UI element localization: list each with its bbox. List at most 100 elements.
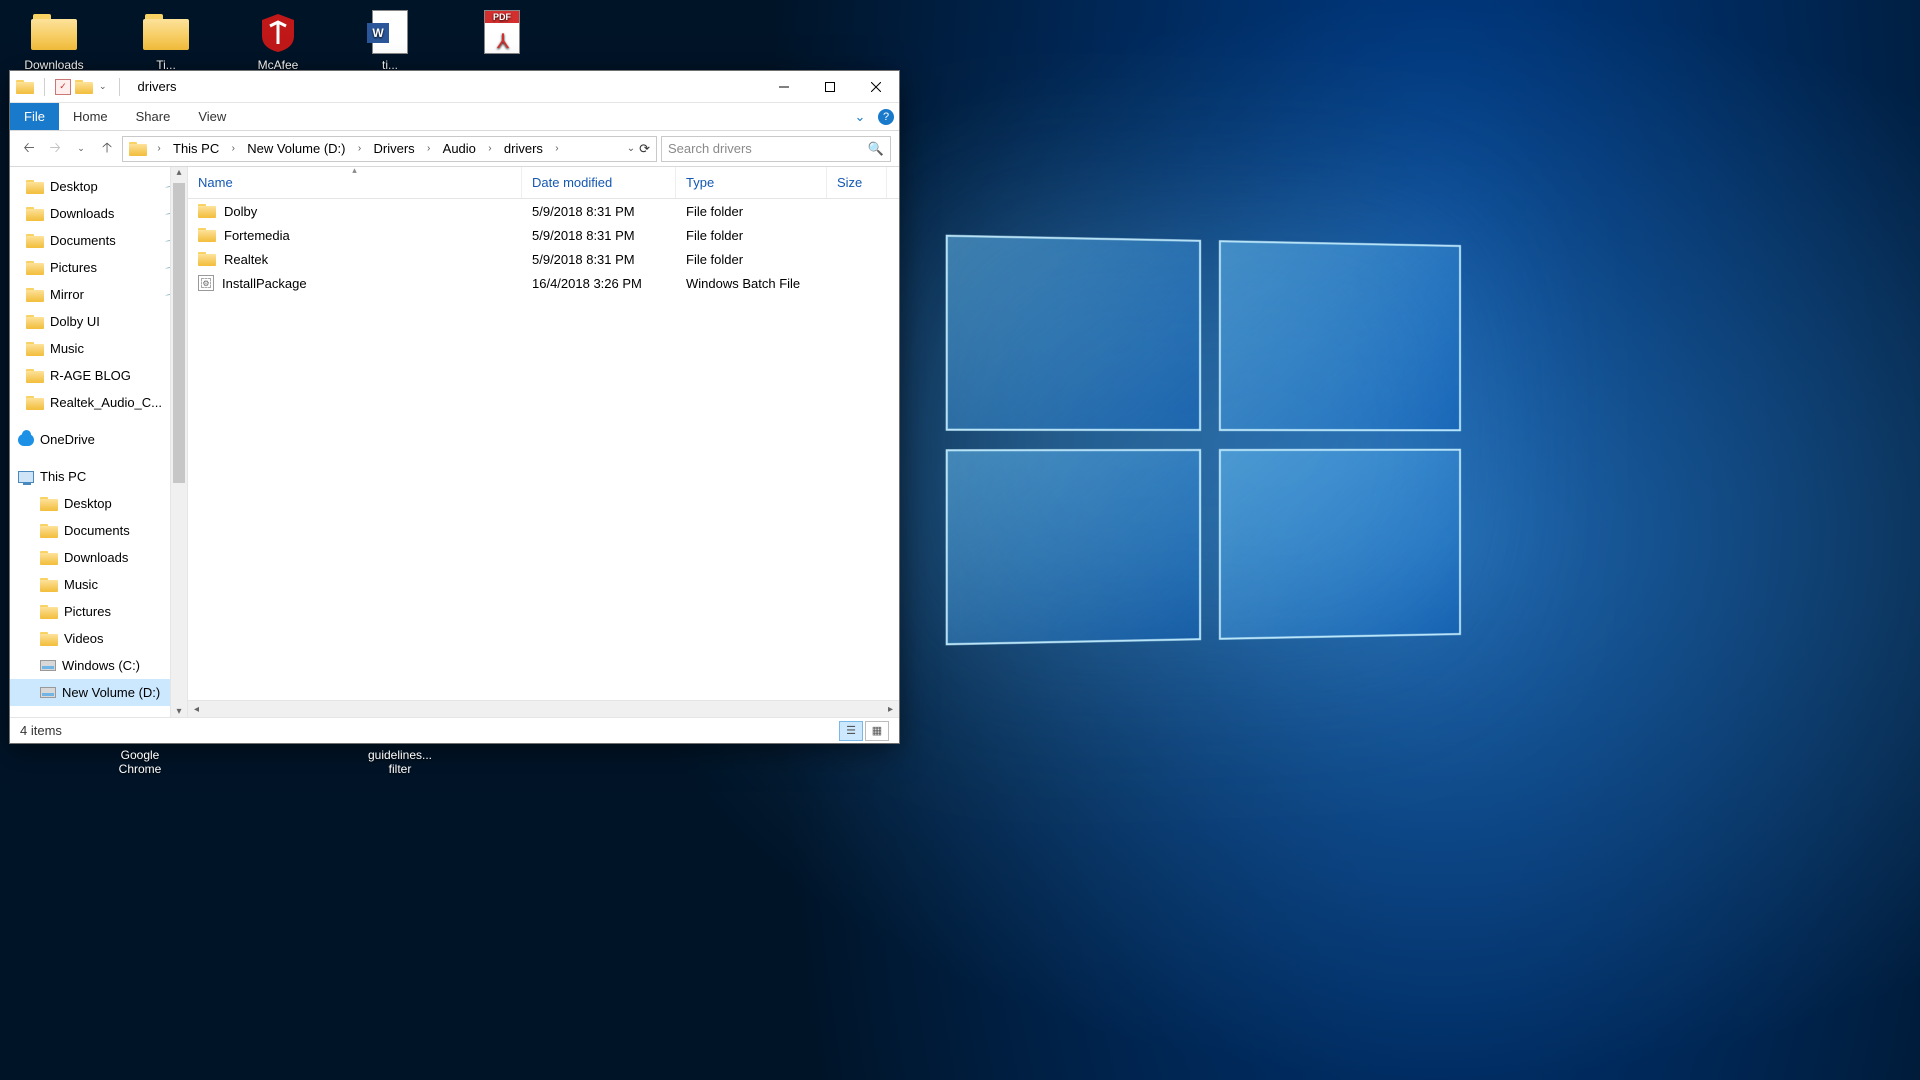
breadcrumb-segment[interactable]: Audio: [437, 137, 482, 161]
scroll-right-icon[interactable]: ▸: [882, 704, 899, 715]
tab-home[interactable]: Home: [59, 103, 122, 130]
desktop-icon[interactable]: Downloads: [18, 8, 90, 72]
maximize-button[interactable]: [807, 71, 853, 102]
nav-thispc-item[interactable]: Music: [10, 571, 187, 598]
search-box[interactable]: 🔍: [661, 136, 891, 162]
tab-file[interactable]: File: [10, 103, 59, 130]
file-row[interactable]: Fortemedia5/9/2018 8:31 PMFile folder: [188, 223, 899, 247]
close-button[interactable]: [853, 71, 899, 102]
nav-item-label: Realtek_Audio_C...: [50, 395, 162, 410]
folder-icon: [26, 342, 44, 356]
nav-item-label: Pictures: [64, 604, 111, 619]
file-row[interactable]: Dolby5/9/2018 8:31 PMFile folder: [188, 199, 899, 223]
qat-properties-icon[interactable]: ✓: [55, 79, 71, 95]
taskbar-label: [230, 748, 310, 776]
view-thumbnails-button[interactable]: ▦: [865, 721, 889, 741]
nav-thispc-item[interactable]: Desktop: [10, 490, 187, 517]
nav-this-pc[interactable]: This PC: [10, 463, 187, 490]
file-list-pane: ▴ Name Date modified Type Size Dolby5/9/…: [188, 167, 899, 717]
nav-quick-item[interactable]: Downloads📌: [10, 200, 187, 227]
nav-quick-item[interactable]: Documents📌: [10, 227, 187, 254]
forward-button[interactable]: 🡢: [44, 137, 66, 161]
navigation-pane[interactable]: Desktop📌Downloads📌Documents📌Pictures📌Mir…: [10, 167, 188, 717]
nav-thispc-item[interactable]: New Volume (D:): [10, 679, 187, 706]
help-button[interactable]: ?: [873, 103, 899, 130]
scrollbar-thumb[interactable]: [173, 183, 185, 483]
scroll-up-icon[interactable]: ▴: [176, 167, 181, 178]
chevron-right-icon[interactable]: ›: [549, 143, 565, 154]
scrollbar-track[interactable]: [205, 701, 882, 717]
breadcrumb-segment[interactable]: drivers: [498, 137, 549, 161]
tab-share[interactable]: Share: [122, 103, 185, 130]
minimize-button[interactable]: [761, 71, 807, 102]
nav-thispc-item[interactable]: Videos: [10, 625, 187, 652]
back-button[interactable]: 🡠: [18, 137, 40, 161]
nav-item-label: R-AGE BLOG: [50, 368, 131, 383]
qat-dropdown-icon[interactable]: ⌄: [97, 81, 109, 92]
nav-quick-item[interactable]: Realtek_Audio_C...: [10, 389, 187, 416]
breadcrumb-segment[interactable]: Drivers: [367, 137, 420, 161]
folder-icon: [26, 234, 44, 248]
nav-item-label: Desktop: [64, 496, 112, 511]
refresh-icon[interactable]: ⟳: [639, 141, 650, 157]
file-row[interactable]: ⚙InstallPackage16/4/2018 3:26 PMWindows …: [188, 271, 899, 295]
windows-logo-graphic: [946, 235, 1461, 646]
nav-onedrive[interactable]: OneDrive: [10, 426, 187, 453]
desktop-icon[interactable]: McAfee: [242, 8, 314, 72]
file-type: File folder: [676, 204, 827, 219]
horizontal-scrollbar[interactable]: ◂ ▸: [188, 700, 899, 717]
folder-icon: [40, 578, 58, 592]
nav-quick-item[interactable]: Dolby UI: [10, 308, 187, 335]
search-input[interactable]: [668, 141, 868, 156]
scroll-down-icon[interactable]: ▾: [176, 706, 181, 717]
folder-icon: [129, 142, 147, 156]
address-dropdown-icon[interactable]: ⌄: [627, 143, 635, 154]
view-details-button[interactable]: ☰: [839, 721, 863, 741]
column-size[interactable]: Size: [827, 167, 887, 198]
nav-thispc-item[interactable]: Documents: [10, 517, 187, 544]
nav-quick-item[interactable]: Pictures📌: [10, 254, 187, 281]
qat-new-folder-icon[interactable]: [75, 80, 93, 94]
folder-icon: [26, 396, 44, 410]
nav-item-label: Dolby UI: [50, 314, 100, 329]
nav-quick-item[interactable]: R-AGE BLOG: [10, 362, 187, 389]
nav-thispc-item[interactable]: Windows (C:): [10, 652, 187, 679]
file-name: Fortemedia: [224, 228, 290, 243]
nav-quick-item[interactable]: Music: [10, 335, 187, 362]
column-date[interactable]: Date modified: [522, 167, 676, 198]
desktop-icon[interactable]: PDF⅄: [466, 8, 538, 72]
tab-view[interactable]: View: [184, 103, 240, 130]
navpane-scrollbar[interactable]: ▴ ▾: [170, 167, 187, 717]
chevron-right-icon[interactable]: ›: [421, 143, 437, 154]
folder-icon: [198, 228, 216, 242]
chevron-right-icon[interactable]: ›: [225, 143, 241, 154]
address-bar[interactable]: › This PC›New Volume (D:)›Drivers›Audio›…: [122, 136, 657, 162]
breadcrumb-segment[interactable]: This PC: [167, 137, 225, 161]
recent-locations-icon[interactable]: ⌄: [70, 137, 92, 161]
desktop-icon[interactable]: Wti...: [354, 8, 426, 72]
folder-icon: [40, 605, 58, 619]
nav-thispc-item[interactable]: Pictures: [10, 598, 187, 625]
drive-icon: [40, 687, 56, 698]
nav-item-label: Mirror: [50, 287, 84, 302]
nav-thispc-item[interactable]: Downloads: [10, 544, 187, 571]
desktop-icon[interactable]: Ti...: [130, 8, 202, 72]
ribbon-collapse-icon[interactable]: ⌄: [847, 103, 873, 130]
up-button[interactable]: 🡡: [96, 137, 118, 161]
scroll-left-icon[interactable]: ◂: [188, 704, 205, 715]
folder-icon: [40, 632, 58, 646]
file-type: File folder: [676, 252, 827, 267]
folder-icon: [26, 369, 44, 383]
chevron-right-icon[interactable]: ›: [151, 143, 167, 154]
chevron-right-icon[interactable]: ›: [351, 143, 367, 154]
file-row[interactable]: Realtek5/9/2018 8:31 PMFile folder: [188, 247, 899, 271]
column-name[interactable]: ▴ Name: [188, 167, 522, 198]
titlebar[interactable]: ✓ ⌄ drivers: [10, 71, 899, 103]
breadcrumb-segment[interactable]: New Volume (D:): [241, 137, 351, 161]
nav-quick-item[interactable]: Mirror📌: [10, 281, 187, 308]
nav-quick-item[interactable]: Desktop📌: [10, 173, 187, 200]
folder-icon: [30, 8, 78, 56]
chevron-right-icon[interactable]: ›: [482, 143, 498, 154]
folder-icon: [26, 315, 44, 329]
column-type[interactable]: Type: [676, 167, 827, 198]
